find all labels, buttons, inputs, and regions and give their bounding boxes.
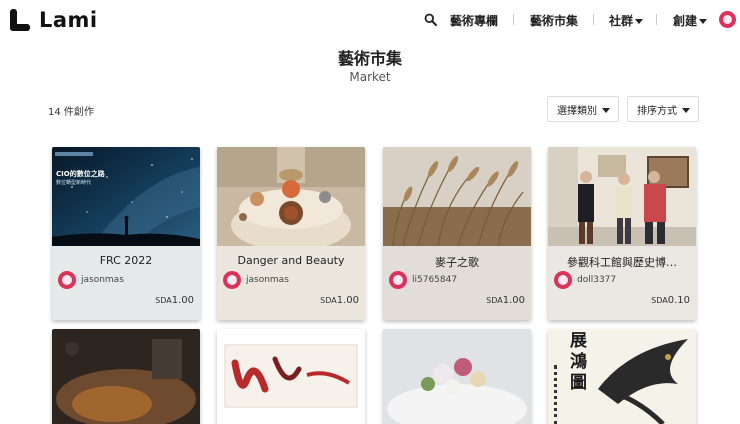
artwork-image xyxy=(548,147,696,246)
avatar[interactable] xyxy=(554,271,572,289)
card-username[interactable]: doll3377 xyxy=(577,275,616,285)
avatar[interactable] xyxy=(223,271,241,289)
nav-market[interactable]: 藝術市集 xyxy=(530,12,578,29)
item-count: 14 件創作 xyxy=(48,107,94,118)
artwork-image xyxy=(217,147,365,246)
top-header: Lami 藝術專欄 藝術市集 社群 創建 xyxy=(0,0,740,40)
card-title: Danger and Beauty xyxy=(237,254,345,267)
thumb-caption: CIO的數位之路 xyxy=(56,170,105,178)
search-icon[interactable] xyxy=(424,13,437,26)
artwork-image xyxy=(383,329,531,424)
avatar[interactable] xyxy=(58,271,76,289)
artwork-card[interactable] xyxy=(52,329,200,424)
card-price: SDA1.00 xyxy=(320,295,359,306)
artwork-card[interactable]: 麥子之歌 li5765847 SDA1.00 xyxy=(383,147,531,320)
card-price: SDA0.10 xyxy=(651,295,690,306)
nav-separator xyxy=(656,14,657,25)
price-currency: SDA xyxy=(320,296,337,305)
price-currency: SDA xyxy=(486,296,503,305)
artwork-card[interactable] xyxy=(217,329,365,424)
calligraphy-text: 展鴻圖 xyxy=(570,331,587,393)
avatar[interactable] xyxy=(389,271,407,289)
category-select-label: 選擇類別 xyxy=(557,105,597,117)
artwork-image xyxy=(383,147,531,246)
price-amount: 1.00 xyxy=(171,295,194,306)
nav-separator xyxy=(513,14,514,25)
artwork-card[interactable]: 參觀科工館與歷史博… doll3377 SDA0.10 xyxy=(548,147,696,320)
price-currency: SDA xyxy=(651,296,668,305)
card-username[interactable]: jasonmas xyxy=(81,275,124,285)
price-amount: 1.00 xyxy=(336,295,359,306)
lami-logo-mark xyxy=(10,9,30,31)
lami-logo[interactable]: Lami xyxy=(10,8,98,32)
card-title: FRC 2022 xyxy=(99,254,153,267)
price-amount: 1.00 xyxy=(502,295,525,306)
artwork-card[interactable]: 展鴻圖 xyxy=(548,329,696,424)
chevron-down-icon xyxy=(682,108,690,113)
logo-text: Lami xyxy=(39,8,98,32)
artwork-image xyxy=(52,329,200,424)
card-title: 麥子之歌 xyxy=(435,256,479,269)
sort-select[interactable]: 排序方式 xyxy=(627,96,699,122)
artwork-image xyxy=(217,329,365,424)
nav-create-label: 創建 xyxy=(673,14,698,28)
thumb-subcaption: 數位轉型新時代 xyxy=(56,180,92,186)
chevron-down-icon xyxy=(635,19,644,24)
nav-community-label: 社群 xyxy=(609,14,634,28)
nav-create[interactable]: 創建 xyxy=(673,12,708,29)
artwork-card[interactable]: CIO的數位之路 數位轉型新時代 FRC 2022 jasonmas SDA1.… xyxy=(52,147,200,320)
card-username[interactable]: li5765847 xyxy=(412,275,457,285)
chevron-down-icon xyxy=(699,19,708,24)
page-subtitle: Market xyxy=(349,70,391,84)
price-currency: SDA xyxy=(155,296,172,305)
page-title: 藝術市集 xyxy=(337,49,402,68)
nav-community[interactable]: 社群 xyxy=(609,12,644,29)
chevron-down-icon xyxy=(602,108,610,113)
sort-select-label: 排序方式 xyxy=(637,105,677,117)
artwork-card[interactable] xyxy=(383,329,531,424)
nav-articles[interactable]: 藝術專欄 xyxy=(450,12,498,29)
nav-separator xyxy=(593,14,594,25)
calligraphy-signature xyxy=(554,365,557,424)
card-price: SDA1.00 xyxy=(486,295,525,306)
price-amount: 0.10 xyxy=(667,295,690,306)
artwork-card[interactable]: Danger and Beauty jasonmas SDA1.00 xyxy=(217,147,365,320)
category-select[interactable]: 選擇類別 xyxy=(547,96,619,122)
card-title: 參觀科工館與歷史博… xyxy=(567,256,677,269)
card-price: SDA1.00 xyxy=(155,295,194,306)
card-username[interactable]: jasonmas xyxy=(246,275,289,285)
user-avatar[interactable] xyxy=(719,11,736,28)
artwork-image xyxy=(52,147,200,246)
